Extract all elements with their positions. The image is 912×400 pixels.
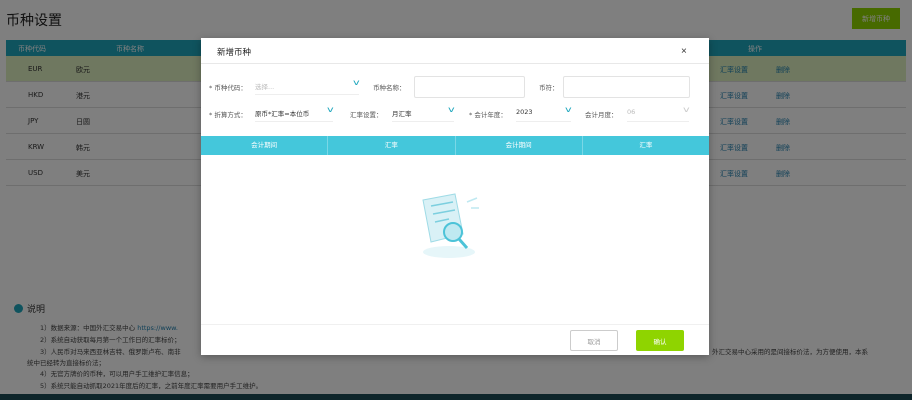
year-label: * 会计年度： [469, 111, 507, 119]
confirm-button[interactable]: 确认 [636, 330, 684, 351]
currency-code-select[interactable]: 选择... v [255, 75, 360, 95]
close-icon[interactable]: × [681, 46, 687, 57]
divider [201, 63, 709, 64]
cancel-button[interactable]: 取消 [570, 330, 618, 351]
col-rate: 汇率 [639, 141, 653, 149]
dialog-title: 新增币种 [217, 48, 252, 58]
chevron-down-icon: v [565, 105, 572, 114]
add-currency-dialog: 新增币种 × * 币种代码： 选择... v 币种名称： 币符： * 折算方式： … [201, 38, 709, 355]
chevron-down-icon: v [353, 78, 360, 87]
conversion-label: * 折算方式： [209, 111, 247, 119]
currency-code-label: * 币种代码： [209, 84, 247, 92]
rate-setting-select[interactable]: 月汇率 v [392, 102, 455, 122]
divider [201, 324, 709, 325]
symbol-label: 币符： [539, 84, 559, 92]
chevron-down-icon: v [683, 105, 690, 114]
chevron-down-icon: v [327, 105, 334, 114]
rate-table-header: 会计期间 汇率 会计期间 汇率 [201, 136, 709, 155]
empty-data-illustration [422, 193, 479, 258]
currency-name-input[interactable] [414, 76, 525, 98]
rate-setting-label: 汇率设置： [350, 111, 383, 119]
symbol-input[interactable] [563, 76, 690, 98]
col-period: 会计期间 [456, 136, 583, 155]
col-period: 会计期间 [201, 136, 329, 155]
chevron-down-icon: v [448, 105, 455, 114]
month-label: 会计月度： [585, 111, 618, 119]
conversion-select[interactable]: 原币*汇率=本位币 v [255, 102, 334, 122]
col-rate: 汇率 [328, 136, 456, 155]
month-select[interactable]: 06 v [627, 102, 690, 122]
year-select[interactable]: 2023 v [516, 102, 572, 122]
currency-name-label: 币种名称： [373, 84, 406, 92]
